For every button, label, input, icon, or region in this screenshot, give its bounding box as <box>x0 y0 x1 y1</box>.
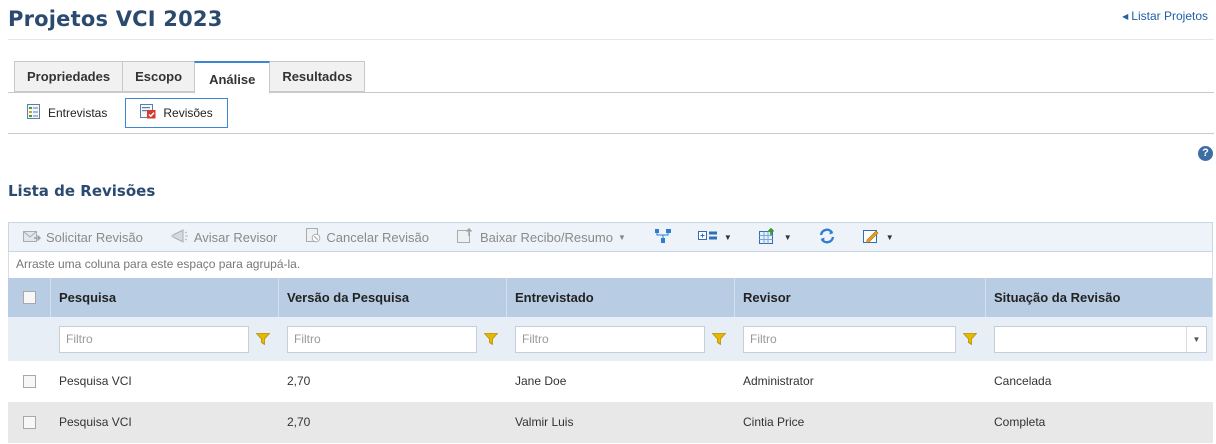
filter-cell-reviewer: Filtro <box>735 317 986 361</box>
select-all-cell <box>8 278 51 317</box>
tab-bar: Propriedades Escopo Análise Resultados <box>14 61 366 94</box>
edit-layout-button[interactable]: ▼ <box>862 228 894 247</box>
page-title: Projetos VCI 2023 <box>8 7 223 31</box>
row-checkbox[interactable] <box>23 375 36 388</box>
filter-funnel-icon[interactable] <box>253 333 273 345</box>
request-review-label: Solicitar Revisão <box>46 229 143 245</box>
help-icon[interactable]: ? <box>1198 146 1213 161</box>
column-header-review-status[interactable]: Situação da Revisão <box>986 278 1213 317</box>
survey-version-cell: 2,70 <box>287 374 311 388</box>
row-checkbox[interactable] <box>23 416 36 429</box>
cancel-review-icon <box>305 228 321 246</box>
survey-cell: Pesquisa VCI <box>59 415 132 429</box>
row-select-cell <box>8 402 51 443</box>
list-projects-link[interactable]: ◀ Listar Projetos <box>1122 9 1208 23</box>
download-receipt-icon <box>457 228 475 246</box>
grid-filter-row: Filtro Filtro Filtro Filtro ▼ <box>8 317 1213 361</box>
refresh-icon <box>818 228 836 247</box>
tab-scope[interactable]: Escopo <box>122 61 196 92</box>
expand-collapse-icon <box>697 229 718 246</box>
interviewee-cell: Jane Doe <box>515 374 567 388</box>
list-projects-label: Listar Projetos <box>1131 9 1208 23</box>
request-review-button[interactable]: Solicitar Revisão <box>23 229 143 246</box>
column-header-survey-version[interactable]: Versão da Pesquisa <box>279 278 507 317</box>
group-by-area[interactable]: Arraste uma coluna para este espaço para… <box>8 252 1213 278</box>
filter-cell-survey-version: Filtro <box>279 317 507 361</box>
subnav-interviews-label: Entrevistas <box>48 106 108 120</box>
review-status-cell: Completa <box>994 415 1046 429</box>
table-row[interactable]: Pesquisa VCI 2,70 Jane Doe Administrator… <box>8 361 1213 402</box>
select-all-checkbox[interactable] <box>22 291 36 304</box>
chevron-down-icon: ▼ <box>885 232 894 242</box>
subnav-divider <box>8 133 1214 134</box>
edit-icon <box>862 228 880 247</box>
filter-cell-review-status: ▼ <box>986 317 1213 361</box>
column-header-reviewer[interactable]: Revisor <box>735 278 986 317</box>
download-receipt-label: Baixar Recibo/Resumo <box>480 229 613 245</box>
survey-cell: Pesquisa VCI <box>59 374 132 388</box>
survey-version-filter-input[interactable]: Filtro <box>287 325 477 353</box>
cancel-review-label: Cancelar Revisão <box>326 229 429 245</box>
chevron-down-icon: ▼ <box>723 232 732 242</box>
column-header-interviewee[interactable]: Entrevistado <box>507 278 735 317</box>
tab-properties[interactable]: Propriedades <box>14 61 124 92</box>
caret-left-icon: ◀ <box>1122 12 1129 21</box>
column-chooser-button[interactable] <box>654 228 672 247</box>
section-title: Lista de Revisões <box>8 182 156 200</box>
notify-reviewer-icon <box>171 228 189 246</box>
filter-cell-interviewee: Filtro <box>507 317 735 361</box>
subnav-reviews-label: Revisões <box>163 106 213 120</box>
sub-navigation: Entrevistas Revisões <box>14 98 228 128</box>
reviews-grid: Solicitar Revisão Avisar Revisor Cancela… <box>8 222 1213 443</box>
notify-reviewer-label: Avisar Revisor <box>193 229 278 245</box>
interviewee-cell: Valmir Luis <box>515 415 574 429</box>
review-status-cell: Cancelada <box>994 374 1052 388</box>
filter-funnel-icon[interactable] <box>960 333 980 345</box>
refresh-button[interactable] <box>818 228 836 247</box>
chevron-down-icon: ▼ <box>1186 326 1206 352</box>
filter-funnel-icon[interactable] <box>481 333 501 345</box>
grid-header-row: Pesquisa Versão da Pesquisa Entrevistado… <box>8 278 1213 317</box>
review-status-filter-select[interactable]: ▼ <box>994 325 1207 353</box>
survey-filter-input[interactable]: Filtro <box>59 325 249 353</box>
interviewee-filter-input[interactable]: Filtro <box>515 325 705 353</box>
request-review-icon <box>23 229 41 246</box>
row-select-cell <box>8 361 51 402</box>
reviewer-cell: Cintia Price <box>743 415 805 429</box>
interviews-icon <box>26 104 41 122</box>
export-button[interactable]: ▼ <box>758 227 792 247</box>
expand-collapse-button[interactable]: ▼ <box>697 229 732 246</box>
reviewer-cell: Administrator <box>743 374 814 388</box>
reviewer-filter-input[interactable]: Filtro <box>743 325 956 353</box>
reviews-icon <box>140 104 156 122</box>
subnav-interviews[interactable]: Entrevistas <box>14 98 119 128</box>
title-divider <box>8 39 1214 40</box>
tabs-divider <box>8 92 1214 93</box>
subnav-reviews[interactable]: Revisões <box>125 98 228 128</box>
notify-reviewer-button[interactable]: Avisar Revisor <box>171 228 278 246</box>
cancel-review-button[interactable]: Cancelar Revisão <box>305 228 429 246</box>
tab-analysis[interactable]: Análise <box>194 61 271 94</box>
grid-toolbar: Solicitar Revisão Avisar Revisor Cancela… <box>8 222 1213 252</box>
column-header-survey[interactable]: Pesquisa <box>51 278 279 317</box>
filter-cell-survey: Filtro <box>51 317 279 361</box>
download-receipt-button[interactable]: Baixar Recibo/Resumo ▼ <box>457 228 626 246</box>
survey-version-cell: 2,70 <box>287 415 311 429</box>
export-icon <box>758 227 778 247</box>
tab-results[interactable]: Resultados <box>269 61 366 92</box>
chevron-down-icon: ▼ <box>783 232 792 242</box>
chevron-down-icon: ▼ <box>617 232 626 242</box>
table-row[interactable]: Pesquisa VCI 2,70 Valmir Luis Cintia Pri… <box>8 402 1213 443</box>
filter-spacer <box>8 317 51 361</box>
hierarchy-icon <box>654 228 672 247</box>
filter-funnel-icon[interactable] <box>709 333 729 345</box>
